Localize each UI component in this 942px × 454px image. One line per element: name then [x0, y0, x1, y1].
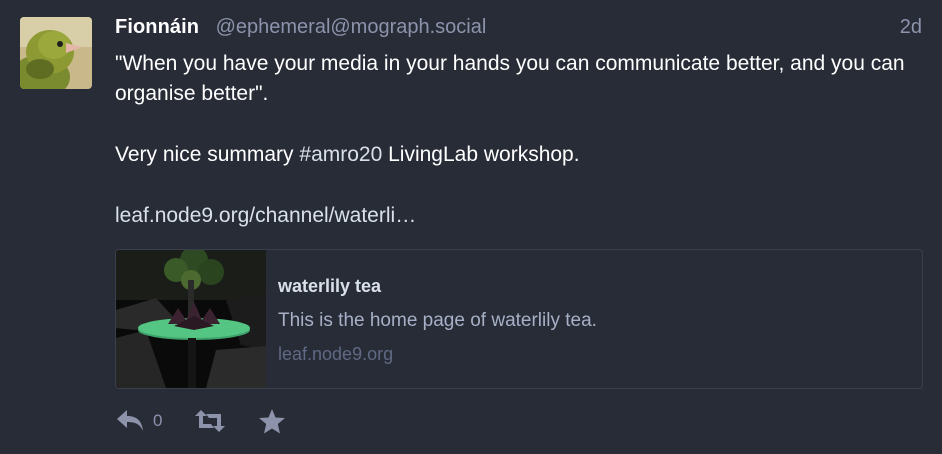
content-text: LivingLab workshop. [382, 143, 580, 166]
status-card[interactable]: Fionnáin @ephemeral@mograph.social 2d "W… [0, 0, 942, 454]
account-handle[interactable]: @ephemeral@mograph.social [216, 16, 487, 38]
content-link[interactable]: leaf.node9.org/channel/waterli… [115, 204, 416, 227]
avatar[interactable] [20, 17, 92, 89]
favourite-button[interactable] [258, 404, 286, 438]
waterlily-thumbnail-image [116, 250, 266, 388]
card-host: leaf.node9.org [278, 344, 394, 364]
content-paragraph: "When you have your media in your hands … [115, 52, 905, 105]
star-icon [259, 409, 285, 434]
boost-button[interactable] [195, 404, 225, 438]
reply-icon [117, 410, 143, 431]
boost-icon [195, 410, 225, 432]
status-content: "When you have your media in your hands … [115, 49, 925, 231]
card-title[interactable]: waterlily tea [278, 274, 912, 298]
content-paragraph: Very nice summary #amro20 LivingLab work… [115, 140, 925, 170]
reply-count: 0 [153, 411, 163, 430]
content-text: Very nice summary [115, 143, 300, 166]
status-header: Fionnáin @ephemeral@mograph.social 2d [115, 16, 922, 44]
card-thumbnail [116, 250, 266, 388]
bird-avatar-image [20, 17, 92, 89]
display-name[interactable]: Fionnáin [115, 16, 199, 38]
hashtag-link[interactable]: #amro20 [299, 143, 382, 166]
link-preview-card[interactable]: waterlily tea This is the home page of w… [115, 249, 923, 389]
card-description: This is the home page of waterlily tea. [278, 310, 597, 331]
reply-button[interactable]: 0 [115, 404, 162, 438]
relative-time[interactable]: 2d [900, 16, 922, 39]
card-body: waterlily tea This is the home page of w… [278, 274, 912, 366]
content-paragraph: leaf.node9.org/channel/waterli… [115, 201, 925, 231]
